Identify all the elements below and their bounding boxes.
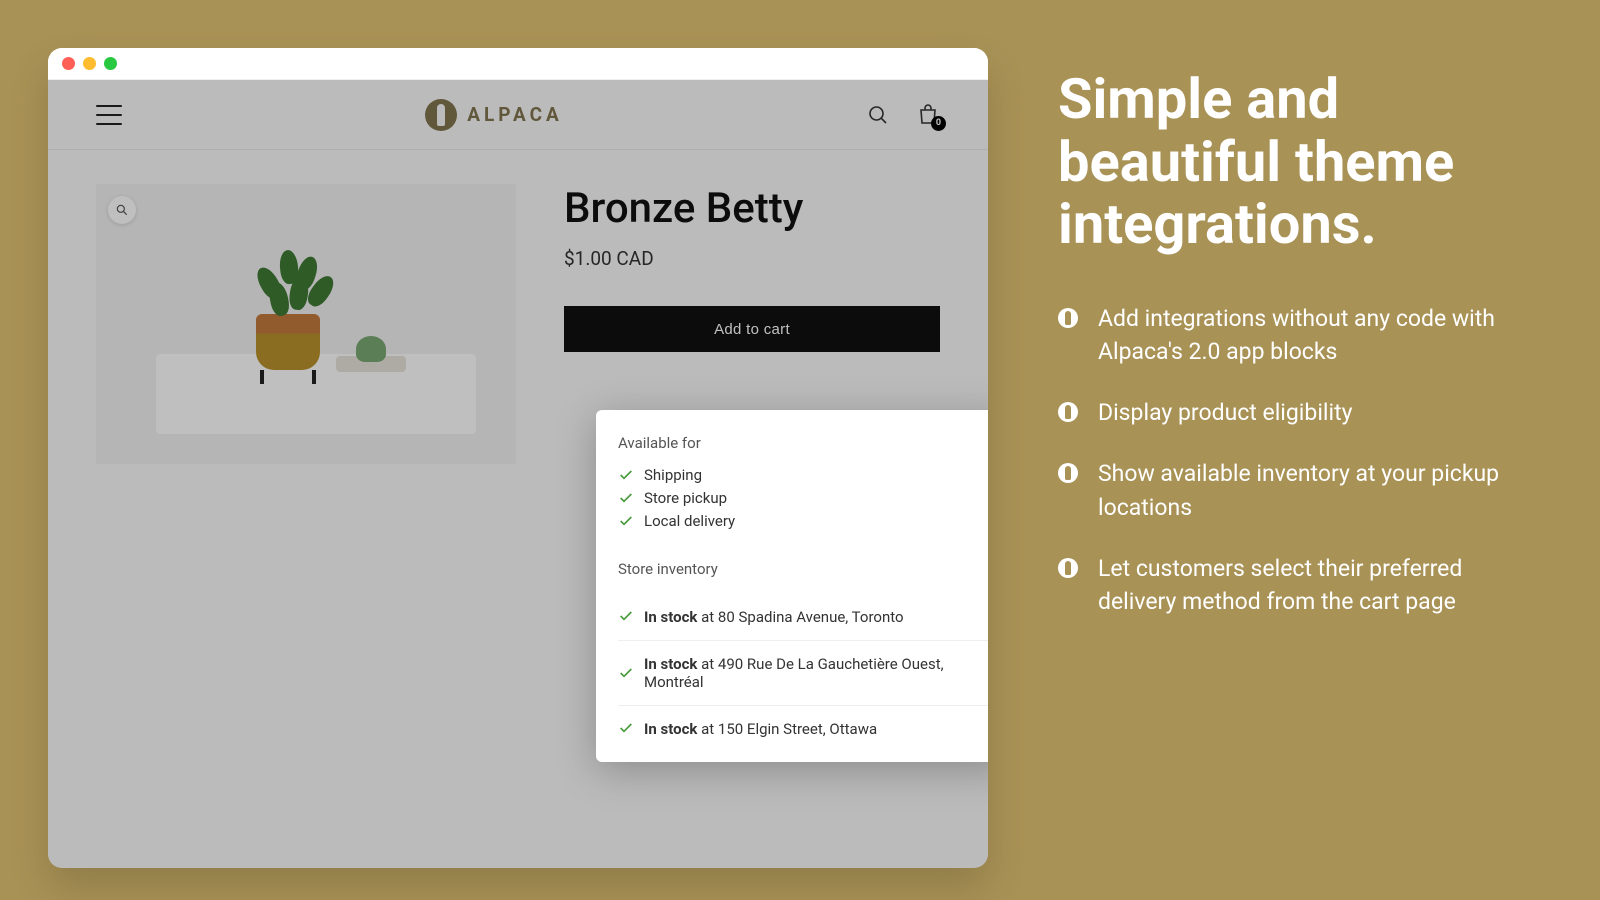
gallery-plant-shape bbox=[256, 246, 328, 326]
inventory-row: In stock at 150 Elgin Street, Ottawa bbox=[618, 706, 988, 738]
marketing-bullet-text: Display product eligibility bbox=[1098, 396, 1353, 429]
marketing-bullet-text: Let customers select their preferred del… bbox=[1098, 552, 1504, 618]
available-for-heading: Available for bbox=[618, 434, 988, 452]
cart-count-badge: 0 bbox=[931, 116, 946, 131]
product-title: Bronze Betty bbox=[564, 184, 940, 233]
marketing-bullet: Add integrations without any code with A… bbox=[1058, 302, 1504, 368]
gallery-zoom-button[interactable] bbox=[108, 196, 136, 224]
availability-option-label: Shipping bbox=[644, 466, 702, 484]
marketing-heading: Simple and beautiful theme integrations. bbox=[1058, 68, 1504, 256]
availability-option: Local delivery bbox=[618, 512, 988, 530]
check-icon bbox=[618, 467, 634, 483]
inventory-row: In stock at 80 Spadina Avenue, Toronto bbox=[618, 594, 988, 641]
check-icon bbox=[618, 513, 634, 529]
availability-option: Shipping bbox=[618, 466, 988, 484]
check-icon bbox=[618, 665, 634, 681]
check-icon bbox=[618, 720, 634, 736]
availability-option: Store pickup bbox=[618, 489, 988, 507]
inventory-text: In stock at 150 Elgin Street, Ottawa bbox=[644, 720, 877, 738]
header-actions: 0 bbox=[866, 103, 940, 127]
zoom-icon bbox=[115, 203, 129, 217]
marketing-bullet-list: Add integrations without any code with A… bbox=[1058, 302, 1504, 618]
store-inventory-heading: Store inventory bbox=[618, 560, 988, 578]
cart-button[interactable]: 0 bbox=[916, 103, 940, 127]
browser-window: ALPACA 0 bbox=[48, 48, 988, 868]
add-to-cart-button[interactable]: Add to cart bbox=[564, 306, 940, 352]
alpaca-bullet-icon bbox=[1058, 308, 1078, 328]
marketing-bullet-text: Add integrations without any code with A… bbox=[1098, 302, 1504, 368]
search-icon bbox=[866, 103, 890, 127]
product-price: $1.00 CAD bbox=[564, 247, 940, 270]
alpaca-bullet-icon bbox=[1058, 558, 1078, 578]
availability-card: Available for Shipping Store pickup Loca… bbox=[596, 410, 988, 762]
window-zoom-dot[interactable] bbox=[104, 57, 117, 70]
marketing-panel: Simple and beautiful theme integrations.… bbox=[1058, 68, 1504, 646]
window-minimize-dot[interactable] bbox=[83, 57, 96, 70]
inventory-text: In stock at 80 Spadina Avenue, Toronto bbox=[644, 608, 904, 626]
product-gallery bbox=[96, 184, 516, 464]
marketing-bullet: Show available inventory at your pickup … bbox=[1058, 457, 1504, 523]
marketing-bullet: Let customers select their preferred del… bbox=[1058, 552, 1504, 618]
check-icon bbox=[618, 608, 634, 624]
marketing-bullet: Display product eligibility bbox=[1058, 396, 1504, 429]
alpaca-logo-icon bbox=[425, 99, 457, 131]
window-close-dot[interactable] bbox=[62, 57, 75, 70]
alpaca-bullet-icon bbox=[1058, 463, 1078, 483]
gallery-succulent-shape bbox=[356, 336, 386, 362]
search-button[interactable] bbox=[866, 103, 890, 127]
gallery-table-shape bbox=[156, 354, 476, 434]
inventory-text: In stock at 490 Rue De La Gauchetière Ou… bbox=[644, 655, 988, 691]
brand-text: ALPACA bbox=[467, 103, 563, 126]
availability-option-label: Store pickup bbox=[644, 489, 727, 507]
store-header: ALPACA 0 bbox=[48, 80, 988, 150]
hamburger-menu-button[interactable] bbox=[96, 105, 122, 125]
alpaca-bullet-icon bbox=[1058, 402, 1078, 422]
check-icon bbox=[618, 490, 634, 506]
window-titlebar bbox=[48, 48, 988, 80]
brand-logo[interactable]: ALPACA bbox=[425, 99, 563, 131]
marketing-bullet-text: Show available inventory at your pickup … bbox=[1098, 457, 1504, 523]
inventory-row: In stock at 490 Rue De La Gauchetière Ou… bbox=[618, 641, 988, 706]
availability-option-label: Local delivery bbox=[644, 512, 735, 530]
